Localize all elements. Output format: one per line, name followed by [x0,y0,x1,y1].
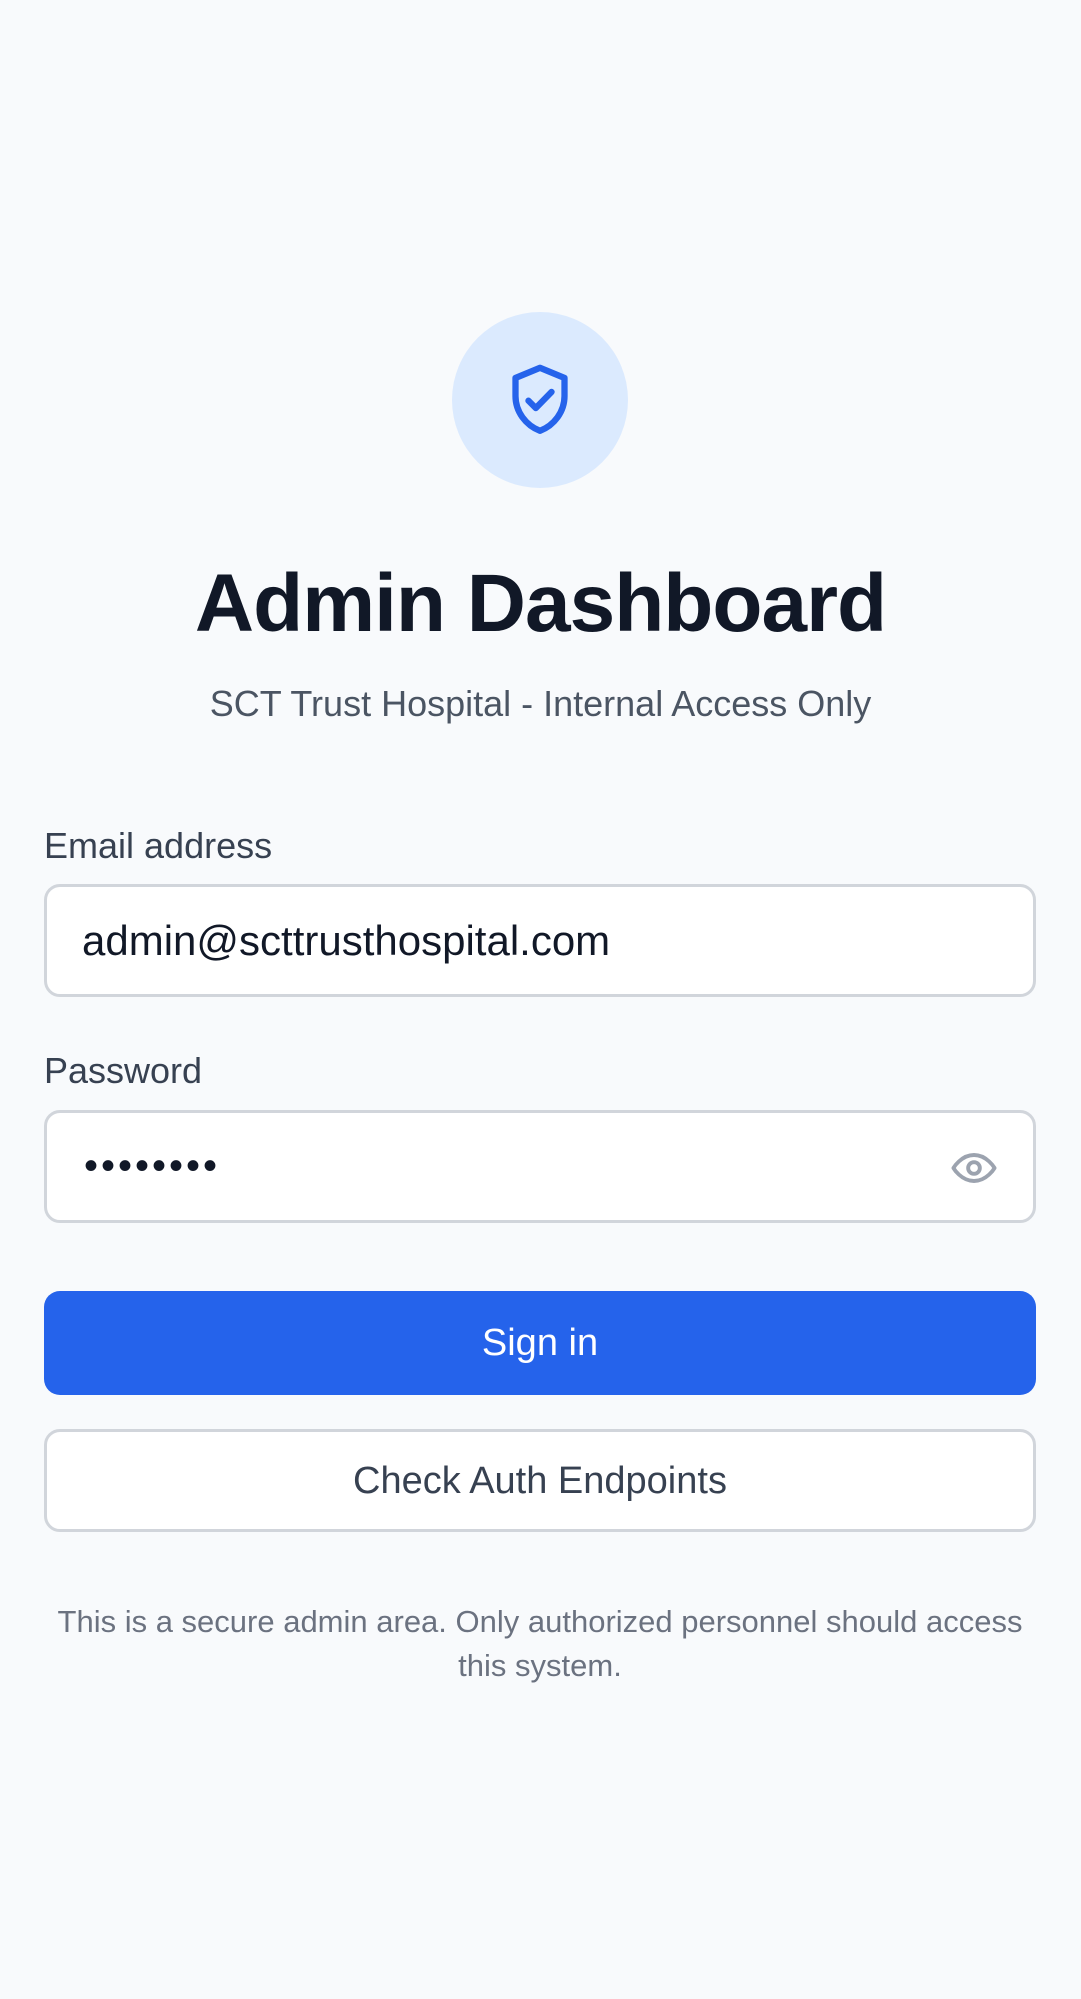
password-label: Password [44,1050,203,1091]
email-field[interactable]: admin@scttrusthospital.com [44,884,1036,997]
admin-login-page: Admin Dashboard SCT Trust Hospital - Int… [0,0,1081,1999]
shield-check-icon [512,364,568,434]
password-value: •••••••• [84,1144,221,1188]
password-field[interactable]: •••••••• [44,1110,1036,1223]
show-password-button[interactable] [945,1139,1003,1197]
page-subtitle: SCT Trust Hospital - Internal Access Onl… [209,683,872,724]
logo-badge [452,312,628,488]
check-auth-endpoints-button[interactable]: Check Auth Endpoints [44,1429,1036,1532]
sign-in-button[interactable]: Sign in [44,1291,1036,1395]
security-notice: This is a secure admin area. Only author… [57,1604,1023,1683]
email-value: admin@scttrusthospital.com [82,916,611,964]
eye-icon [951,1153,997,1183]
page-title: Admin Dashboard [194,558,887,649]
email-label: Email address [44,825,273,866]
